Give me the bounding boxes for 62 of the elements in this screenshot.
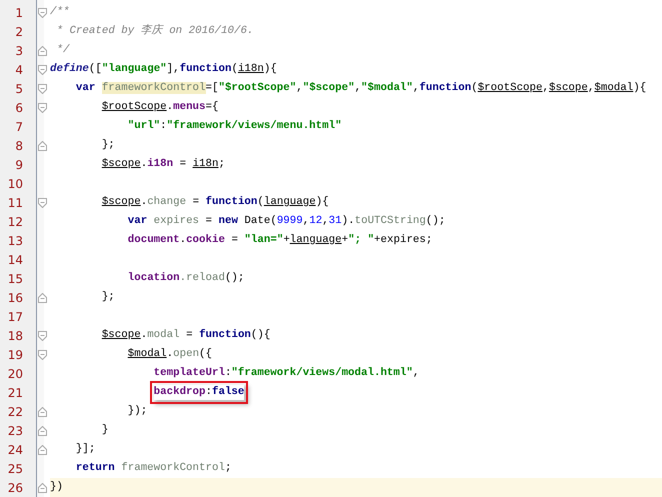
code-line: $scope.i18n = i18n; — [102, 157, 225, 172]
line-number: 13 — [6, 234, 23, 248]
code-line: $rootScope.menus={ — [102, 100, 218, 115]
fold-marker-icon[interactable] — [38, 8, 47, 18]
line-number: 5 — [14, 82, 23, 96]
line-number: 18 — [6, 328, 23, 342]
line-number: 15 — [6, 272, 23, 286]
fold-marker-icon[interactable] — [38, 330, 47, 340]
line-number: 17 — [6, 310, 23, 324]
code-line: */ — [55, 43, 70, 58]
fold-marker-icon[interactable] — [38, 102, 47, 112]
code-line: templateUrl:"framework/views/modal.html", — [154, 366, 420, 381]
code-line: var frameworkControl=["$rootScope","$scope","$modal",function($rootScope,$scope,$modal){ — [76, 81, 646, 96]
line-number: 9 — [14, 158, 23, 172]
line-number: 26 — [6, 480, 23, 494]
fold-marker-icon[interactable] — [38, 46, 47, 56]
line-number: 19 — [6, 348, 23, 362]
line-number: 10 — [6, 176, 23, 190]
code-line: "url":"framework/views/menu.html" — [128, 119, 342, 134]
code-line: $modal.open({ — [128, 347, 212, 362]
code-line: return frameworkControl; — [76, 461, 232, 476]
line-number: 8 — [14, 138, 23, 152]
line-number: 11 — [6, 196, 23, 210]
code-line: $scope.modal = function(){ — [102, 328, 270, 343]
fold-marker-icon[interactable] — [38, 292, 47, 302]
code-line: }; — [102, 290, 115, 305]
line-number: 22 — [6, 404, 23, 418]
fold-marker-icon[interactable] — [38, 444, 47, 454]
fold-marker-icon[interactable] — [38, 406, 47, 416]
code-line: } — [102, 423, 108, 438]
line-number: 6 — [14, 100, 23, 114]
fold-marker-icon[interactable] — [38, 64, 47, 74]
code-line: /** — [50, 5, 70, 20]
line-number: 20 — [6, 366, 23, 380]
code-line: }) — [50, 480, 63, 495]
line-number: 21 — [6, 386, 23, 400]
code-line: }; — [102, 138, 115, 153]
line-number: 3 — [14, 44, 23, 58]
fold-marker-icon[interactable] — [38, 350, 47, 360]
line-number: 12 — [6, 214, 23, 228]
line-number: 24 — [6, 442, 23, 456]
code-line: location.reload(); — [128, 271, 244, 286]
code-line: }); — [128, 404, 148, 419]
line-number: 25 — [6, 462, 23, 476]
line-number: 14 — [6, 252, 23, 266]
fold-marker-icon[interactable] — [38, 84, 47, 94]
fold-marker-icon[interactable] — [38, 482, 47, 492]
code-line: * Created by 李庆 on 2016/10/6. — [55, 23, 254, 39]
code-line: var expires = new Date(9999,12,31).toUTCString(); — [128, 214, 446, 229]
line-number: 23 — [6, 424, 23, 438]
code-line: document.cookie = "lan="+language+"; "+expires; — [128, 233, 432, 248]
code-line: $scope.change = function(language){ — [102, 195, 329, 210]
line-number: 7 — [14, 120, 23, 134]
fold-marker-icon[interactable] — [38, 140, 47, 150]
line-number: 2 — [14, 24, 23, 38]
fold-marker-icon[interactable] — [38, 198, 47, 208]
line-number: 4 — [14, 62, 23, 76]
line-number: 1 — [14, 6, 23, 20]
code-line: }]; — [76, 442, 96, 457]
fold-marker-icon[interactable] — [38, 426, 47, 436]
code-line: define(["language"],function(i18n){ — [50, 62, 277, 77]
line-number: 16 — [6, 290, 23, 304]
